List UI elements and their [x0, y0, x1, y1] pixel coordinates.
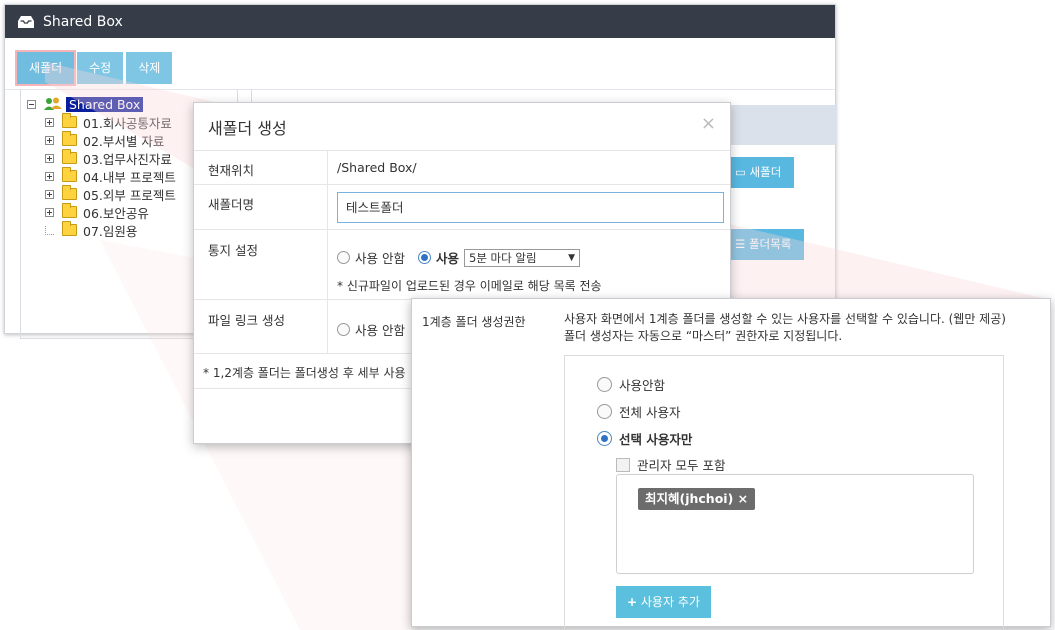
expand-icon[interactable] [45, 207, 54, 217]
list-icon: ☰ [735, 237, 746, 251]
folder-icon [62, 221, 77, 236]
option-none[interactable]: 사용안함 [597, 375, 665, 394]
notify-label: 통지 설정 [208, 243, 258, 258]
expand-icon[interactable] [45, 189, 54, 199]
folder-name-input[interactable]: 테스트폴더 [337, 192, 724, 223]
notify-on-radio[interactable] [417, 251, 431, 264]
tree-item-label[interactable]: 02.부서별 자료 [83, 131, 164, 150]
filelink-options: 사용 안함 [337, 320, 405, 339]
location-value: /Shared Box/ [337, 160, 417, 175]
add-user-button[interactable]: + 사용자 추가 [616, 586, 711, 618]
users-group-icon [44, 97, 62, 110]
plus-icon: + [627, 595, 638, 609]
app-title: Shared Box [43, 13, 123, 30]
tree-item-label[interactable]: 03.업무사진자료 [83, 149, 172, 168]
remove-user-icon[interactable]: × [738, 491, 748, 506]
selected-users-box[interactable]: 최지혜(jhchoi) × [616, 474, 974, 574]
folder-permission-panel: 1계층 폴더 생성권한 사용자 화면에서 1계층 폴더를 생성할 수 있는 사용… [411, 298, 1051, 628]
user-chip: 최지혜(jhchoi) × [638, 488, 756, 510]
folder-list-label: 폴더목록 [748, 237, 792, 251]
option-all-users[interactable]: 전체 사용자 [597, 402, 680, 421]
permission-desc-line2: 폴더 생성자는 자동으로 “마스터” 권한자로 지정됩니다. [564, 329, 843, 343]
permission-label: 1계층 폴더 생성권한 [422, 315, 526, 329]
notify-options: 사용 안함 사용 5분 마다 알림 ▼ [337, 248, 580, 267]
option-all-users-label: 전체 사용자 [619, 405, 681, 420]
folder-icon [62, 131, 77, 146]
expand-icon[interactable] [45, 117, 54, 127]
folder-icon [62, 185, 77, 200]
tree-item-label[interactable]: 07.임원용 [83, 221, 137, 240]
add-user-label: 사용자 추가 [640, 595, 700, 609]
side-new-folder-label: 새폴더 [749, 165, 782, 179]
notify-off-radio[interactable] [337, 251, 350, 264]
filelink-off-label: 사용 안함 [355, 323, 405, 338]
tree-root-label[interactable]: Shared Box [66, 96, 144, 112]
tree-item-label[interactable]: 01.회사공통자료 [83, 113, 172, 132]
option-none-radio[interactable] [597, 377, 612, 392]
side-new-folder-button[interactable]: ▭ 새폴더 [722, 157, 795, 188]
tree-item-label[interactable]: 06.보안공유 [83, 203, 149, 222]
include-admins-label: 관리자 모두 포함 [637, 458, 726, 473]
footnote-text: * 1,2계층 폴더는 폴더생성 후 세부 사용 [203, 366, 406, 380]
tree-item-label[interactable]: 05.외부 프로젝트 [83, 185, 176, 204]
include-admins-checkbox[interactable] [616, 457, 630, 472]
name-label: 새폴더명 [208, 197, 255, 212]
folder-icon [62, 113, 77, 128]
expand-icon[interactable] [45, 153, 54, 163]
expand-icon[interactable] [45, 135, 54, 145]
inbox-tray-icon [18, 15, 34, 28]
titlebar: Shared Box [5, 5, 835, 38]
notify-on-label: 사용 [435, 251, 459, 266]
notify-row: 통지 설정 사용 안함 사용 5분 마다 알림 ▼ * 신규파일이 업로드된 경우… [194, 230, 730, 300]
folder-icon [62, 149, 77, 164]
collapse-icon[interactable] [27, 99, 36, 109]
folder-icon [62, 203, 77, 218]
dialog-title: 새폴더 생성 [194, 103, 730, 151]
close-icon[interactable]: × [701, 113, 716, 134]
permission-options-box: 사용안함 전체 사용자 선택 사용자만 관리자 모두 포함 최지혜(jhchoi… [564, 355, 1004, 628]
dropdown-arrow-icon: ▼ [568, 252, 575, 263]
location-label: 현재위치 [208, 163, 255, 178]
permission-description: 사용자 화면에서 1계층 폴더를 생성할 수 있는 사용자를 선택할 수 있습니… [564, 311, 1049, 345]
delete-button[interactable]: 삭제 [126, 52, 173, 84]
new-folder-button[interactable]: 새폴더 [14, 50, 77, 86]
folder-outline-icon: ▭ [735, 165, 746, 179]
notify-note: * 신규파일이 업로드된 경우 이메일로 해당 목록 전송 [337, 279, 602, 293]
option-selected-users[interactable]: 선택 사용자만 [597, 429, 692, 448]
name-row: 새폴더명 테스트폴더 [194, 185, 730, 230]
option-selected-users-radio[interactable] [597, 431, 612, 446]
location-row: 현재위치 /Shared Box/ [194, 151, 730, 185]
expand-icon[interactable] [45, 171, 54, 181]
permission-desc-line1: 사용자 화면에서 1계층 폴더를 생성할 수 있는 사용자를 선택할 수 있습니… [564, 312, 1006, 326]
option-none-label: 사용안함 [619, 378, 666, 393]
notify-off-label: 사용 안함 [355, 251, 405, 266]
tree-line [45, 225, 54, 235]
folder-list-button[interactable]: ☰ 폴더목록 [722, 229, 805, 260]
notify-interval-select[interactable]: 5분 마다 알림 ▼ [464, 248, 580, 267]
tree-item-label[interactable]: 04.내부 프로젝트 [83, 167, 176, 186]
option-selected-users-label: 선택 사용자만 [619, 432, 693, 447]
filelink-off-radio[interactable] [337, 323, 350, 336]
notify-interval-value: 5분 마다 알림 [469, 250, 537, 265]
folder-icon [62, 167, 77, 182]
include-admins[interactable]: 관리자 모두 포함 [616, 455, 725, 474]
filelink-label: 파일 링크 생성 [208, 313, 285, 328]
user-chip-label: 최지혜(jhchoi) [645, 491, 734, 506]
option-all-users-radio[interactable] [597, 404, 612, 419]
toolbar: 새폴더 수정 삭제 [14, 50, 173, 86]
edit-button[interactable]: 수정 [77, 52, 124, 84]
